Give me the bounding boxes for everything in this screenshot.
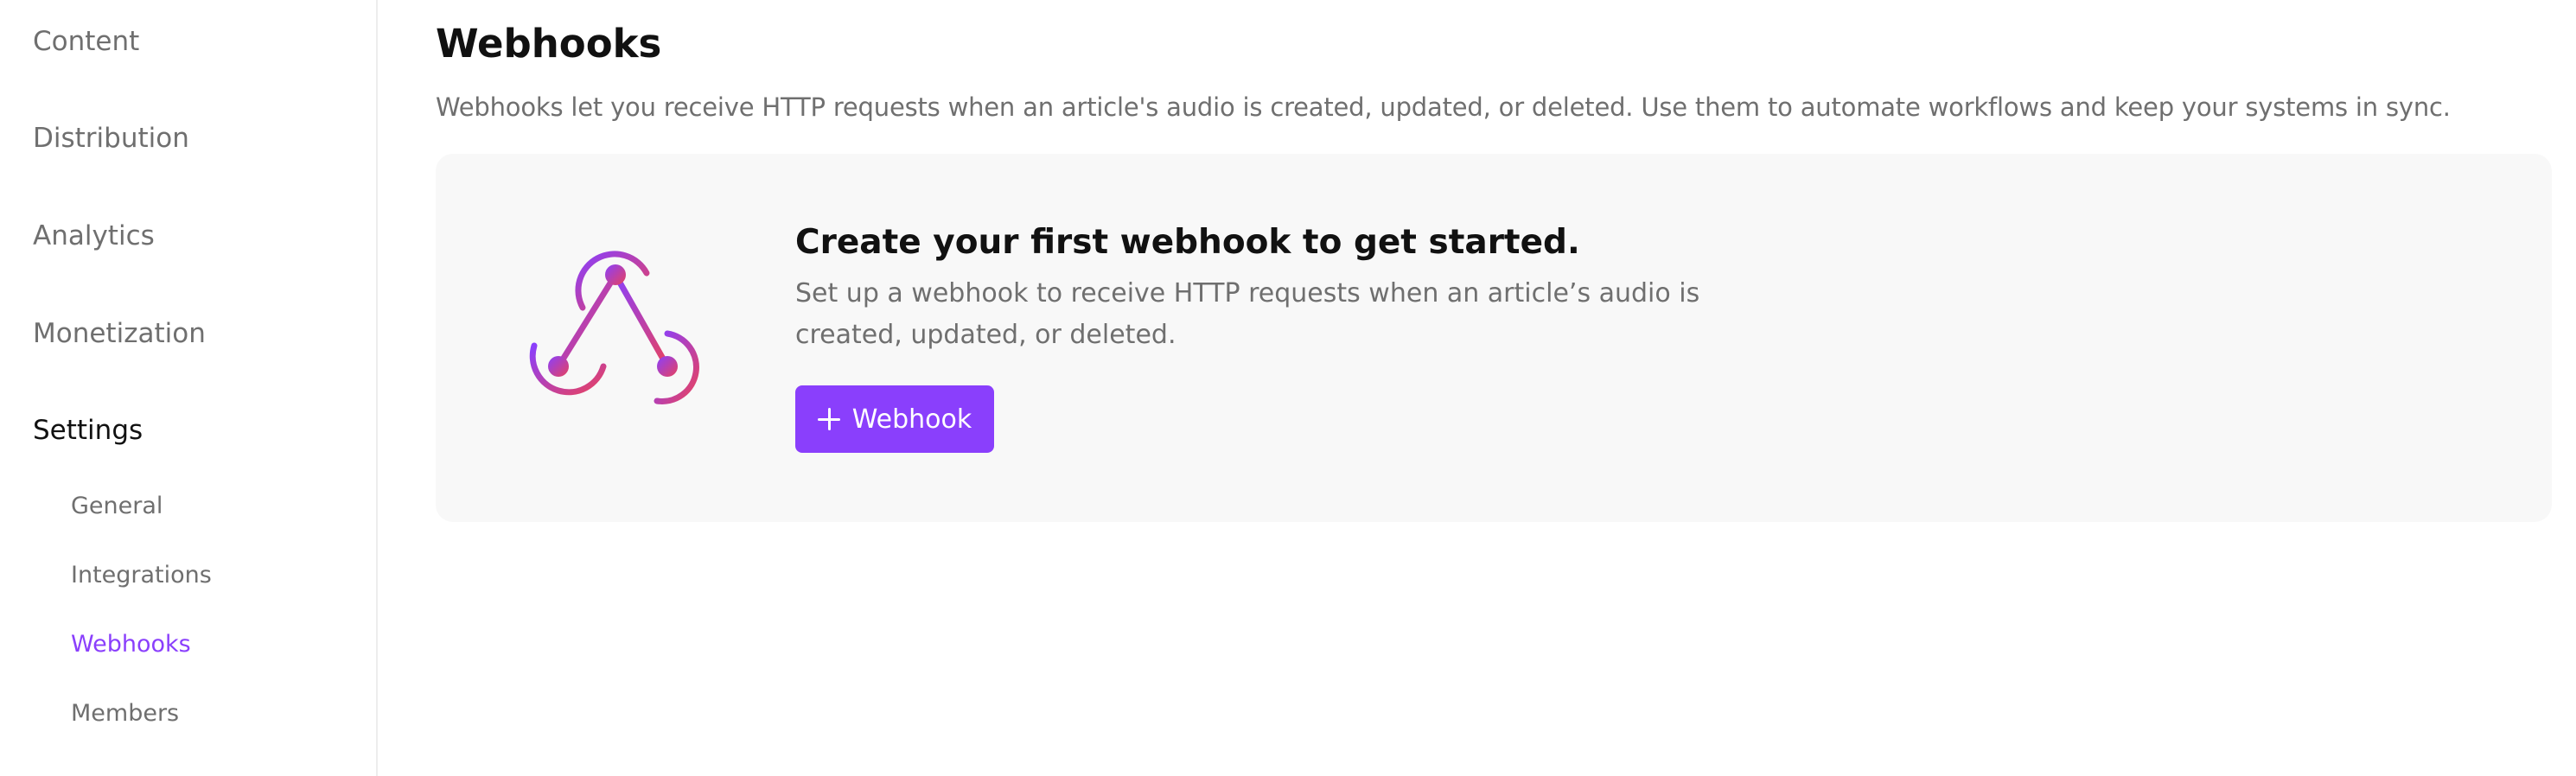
sidebar-item-monetization[interactable]: Monetization xyxy=(33,316,206,351)
page-title: Webhooks xyxy=(436,21,662,67)
add-webhook-button-label: Webhook xyxy=(851,404,972,435)
empty-state-description: Set up a webhook to receive HTTP request… xyxy=(795,278,1700,350)
sidebar-subitem-general[interactable]: General xyxy=(71,491,163,522)
main-content: Webhooks Webhooks let you receive HTTP r… xyxy=(379,0,2576,776)
sidebar: Content Distribution Analytics Monetizat… xyxy=(0,0,378,776)
sidebar-subitem-members[interactable]: Members xyxy=(71,698,179,729)
plus-icon xyxy=(817,408,840,430)
webhook-icon xyxy=(519,239,709,429)
empty-state-title: Create your first webhook to get started… xyxy=(795,223,1580,262)
sidebar-subitem-integrations[interactable]: Integrations xyxy=(71,560,212,591)
sidebar-item-settings[interactable]: Settings xyxy=(33,413,143,448)
add-webhook-button[interactable]: Webhook xyxy=(795,385,994,453)
page-description: Webhooks let you receive HTTP requests w… xyxy=(436,92,2451,122)
sidebar-subitem-webhooks[interactable]: Webhooks xyxy=(71,629,191,660)
sidebar-item-analytics[interactable]: Analytics xyxy=(33,219,155,253)
empty-state-card: Create your first webhook to get started… xyxy=(436,154,2552,522)
sidebar-item-distribution[interactable]: Distribution xyxy=(33,121,189,156)
sidebar-item-content[interactable]: Content xyxy=(33,24,139,59)
